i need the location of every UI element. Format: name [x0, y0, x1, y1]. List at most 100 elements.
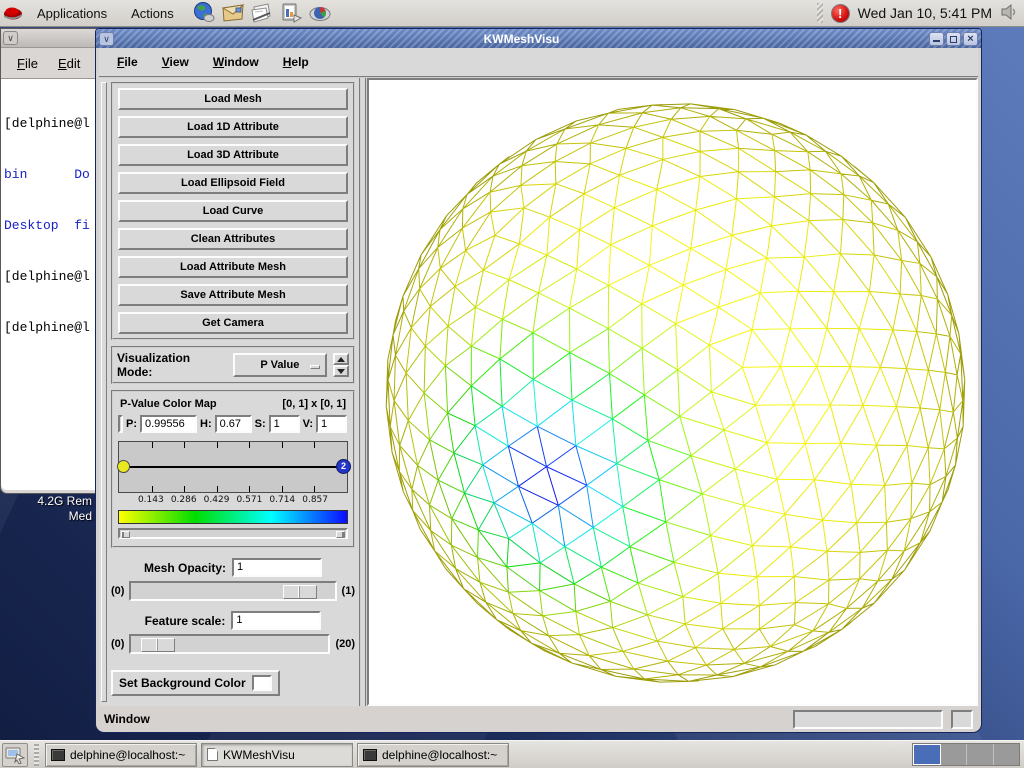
volume-icon[interactable] — [1000, 3, 1018, 24]
s-field-input[interactable]: 1 — [268, 415, 300, 433]
workspace-1[interactable] — [913, 744, 941, 765]
p-field-input[interactable]: 0.99556 — [140, 415, 197, 433]
function-node-start[interactable] — [117, 460, 130, 473]
mesh-opacity-block: Mesh Opacity: 1 (0) (1) — [111, 558, 355, 601]
web-browser-icon[interactable] — [192, 1, 217, 25]
app-titlebar[interactable]: ∨ KWMeshVisu × — [96, 29, 981, 48]
mesh-opacity-max: (1) — [341, 585, 355, 597]
minimize-button[interactable] — [929, 31, 944, 46]
paned-window-sash[interactable] — [359, 78, 367, 706]
fields-handle[interactable] — [118, 415, 123, 433]
load-ellipsoid-field-button[interactable]: Load Ellipsoid Field — [118, 172, 348, 194]
kwmeshvisu-window: ∨ KWMeshVisu × File View Window Help Loa… — [95, 28, 982, 733]
close-button[interactable]: × — [963, 31, 978, 46]
range-handle-left[interactable] — [121, 531, 130, 538]
colormap-title: P-Value Color Map — [120, 398, 217, 410]
function-tick-labels: 0.143 0.286 0.429 0.571 0.714 0.857 — [137, 495, 329, 505]
alert-notification-icon[interactable]: ! — [830, 3, 850, 23]
window-title: KWMeshVisu — [483, 31, 560, 46]
spin-up-button[interactable] — [333, 353, 349, 365]
mesh-opacity-min: (0) — [111, 585, 125, 597]
transfer-function-editor[interactable]: 2 — [117, 441, 351, 493]
colormap-range: [0, 1] x [0, 1] — [282, 398, 346, 410]
show-desktop-button[interactable] — [2, 742, 28, 767]
visualization-mode-spinner — [333, 353, 349, 377]
presentation-icon[interactable] — [279, 1, 304, 25]
clock[interactable]: Wed Jan 10, 5:41 PM — [858, 5, 992, 21]
workspace-4[interactable] — [993, 744, 1019, 765]
taskbar-window-terminal-2[interactable]: delphine@localhost:~ — [357, 742, 509, 767]
save-attribute-mesh-button[interactable]: Save Attribute Mesh — [118, 284, 348, 306]
controls-scroll-strip[interactable] — [101, 82, 107, 702]
get-camera-button[interactable]: Get Camera — [118, 312, 348, 334]
background-color-swatch — [251, 675, 272, 691]
application-icon — [207, 748, 218, 761]
mesh-opacity-slider[interactable] — [129, 581, 337, 601]
terminal-window-menu-button[interactable]: ∨ — [3, 31, 18, 45]
load-1d-attribute-button[interactable]: Load 1D Attribute — [118, 116, 348, 138]
feature-scale-min: (0) — [111, 638, 125, 650]
workspace-3[interactable] — [967, 744, 994, 765]
function-line — [119, 466, 347, 468]
p-field-label: P: — [126, 418, 137, 430]
taskbar-window-kwmeshvisu[interactable]: KWMeshVisu — [201, 742, 353, 767]
menu-help[interactable]: Help — [275, 52, 317, 72]
feature-scale-handle[interactable] — [141, 638, 176, 652]
workspace-switcher — [912, 743, 1020, 766]
clean-attributes-button[interactable]: Clean Attributes — [118, 228, 348, 250]
app-window-menu-button[interactable]: ∨ — [99, 31, 114, 46]
h-field-input[interactable]: 0.67 — [214, 415, 252, 433]
taskbar: delphine@localhost:~ KWMeshVisu delphine… — [0, 740, 1024, 768]
mesh-opacity-handle[interactable] — [283, 585, 318, 599]
workspace-2[interactable] — [940, 744, 967, 765]
load-curve-button[interactable]: Load Curve — [118, 200, 348, 222]
v-field-label: V: — [302, 418, 314, 430]
desktop-icon-label[interactable]: 4.2G Rem Med — [0, 494, 92, 524]
h-field-label: H: — [200, 418, 212, 430]
controls-panel: Load Mesh Load 1D Attribute Load 3D Attr… — [99, 78, 359, 706]
range-handle-right[interactable] — [336, 531, 345, 538]
feature-scale-label: Feature scale: — [144, 613, 226, 628]
spin-down-button[interactable] — [333, 365, 349, 377]
app-menubar: File View Window Help — [99, 48, 978, 78]
function-node-end[interactable]: 2 — [336, 459, 351, 474]
panel-separator — [816, 3, 823, 23]
menu-view[interactable]: View — [154, 52, 197, 72]
panel-launchers — [192, 1, 333, 25]
feature-scale-input[interactable]: 1 — [231, 611, 322, 630]
colormap-range-scrollbar[interactable] — [118, 528, 348, 539]
mesh-opacity-input[interactable]: 1 — [232, 558, 323, 577]
set-background-color-button[interactable]: Set Background Color — [111, 670, 280, 696]
visualization-mode-frame: Visualization Mode: P Value — [111, 346, 355, 384]
maximize-button[interactable] — [946, 31, 961, 46]
spreadsheet-icon[interactable] — [308, 1, 333, 25]
load-attribute-mesh-button[interactable]: Load Attribute Mesh — [118, 256, 348, 278]
redhat-menu-icon[interactable] — [0, 1, 25, 25]
progress-gauge — [793, 709, 943, 729]
word-processor-icon[interactable] — [250, 1, 275, 25]
pvalue-colormap-frame: P-Value Color Map [0, 1] x [0, 1] P: 0.9… — [111, 390, 355, 548]
app-statusbar: Window — [96, 706, 981, 732]
visualization-mode-select[interactable]: P Value — [232, 353, 327, 377]
render-canvas[interactable] — [369, 80, 976, 704]
menu-file[interactable]: File — [109, 52, 146, 72]
terminal-menu-file[interactable]: File — [9, 52, 46, 75]
v-field-input[interactable]: 1 — [316, 415, 348, 433]
feature-scale-max: (20) — [335, 638, 355, 650]
status-text: Window — [104, 712, 150, 726]
load-3d-attribute-button[interactable]: Load 3D Attribute — [118, 144, 348, 166]
colormap-gradient-bar — [118, 510, 348, 524]
terminal-icon — [51, 748, 65, 761]
render-viewport[interactable] — [367, 78, 978, 706]
load-mesh-button[interactable]: Load Mesh — [118, 88, 348, 110]
applications-menu[interactable]: Applications — [25, 0, 119, 26]
progress-gauge-small — [951, 709, 973, 729]
email-icon[interactable] — [221, 1, 246, 25]
menu-window[interactable]: Window — [205, 52, 267, 72]
taskbar-window-terminal-1[interactable]: delphine@localhost:~ — [45, 742, 197, 767]
visualization-mode-label: Visualization Mode: — [117, 351, 191, 379]
feature-scale-slider[interactable] — [129, 634, 331, 654]
actions-menu[interactable]: Actions — [119, 0, 186, 26]
feature-scale-block: Feature scale: 1 (0) (20) — [111, 611, 355, 654]
terminal-menu-edit[interactable]: Edit — [50, 52, 88, 75]
